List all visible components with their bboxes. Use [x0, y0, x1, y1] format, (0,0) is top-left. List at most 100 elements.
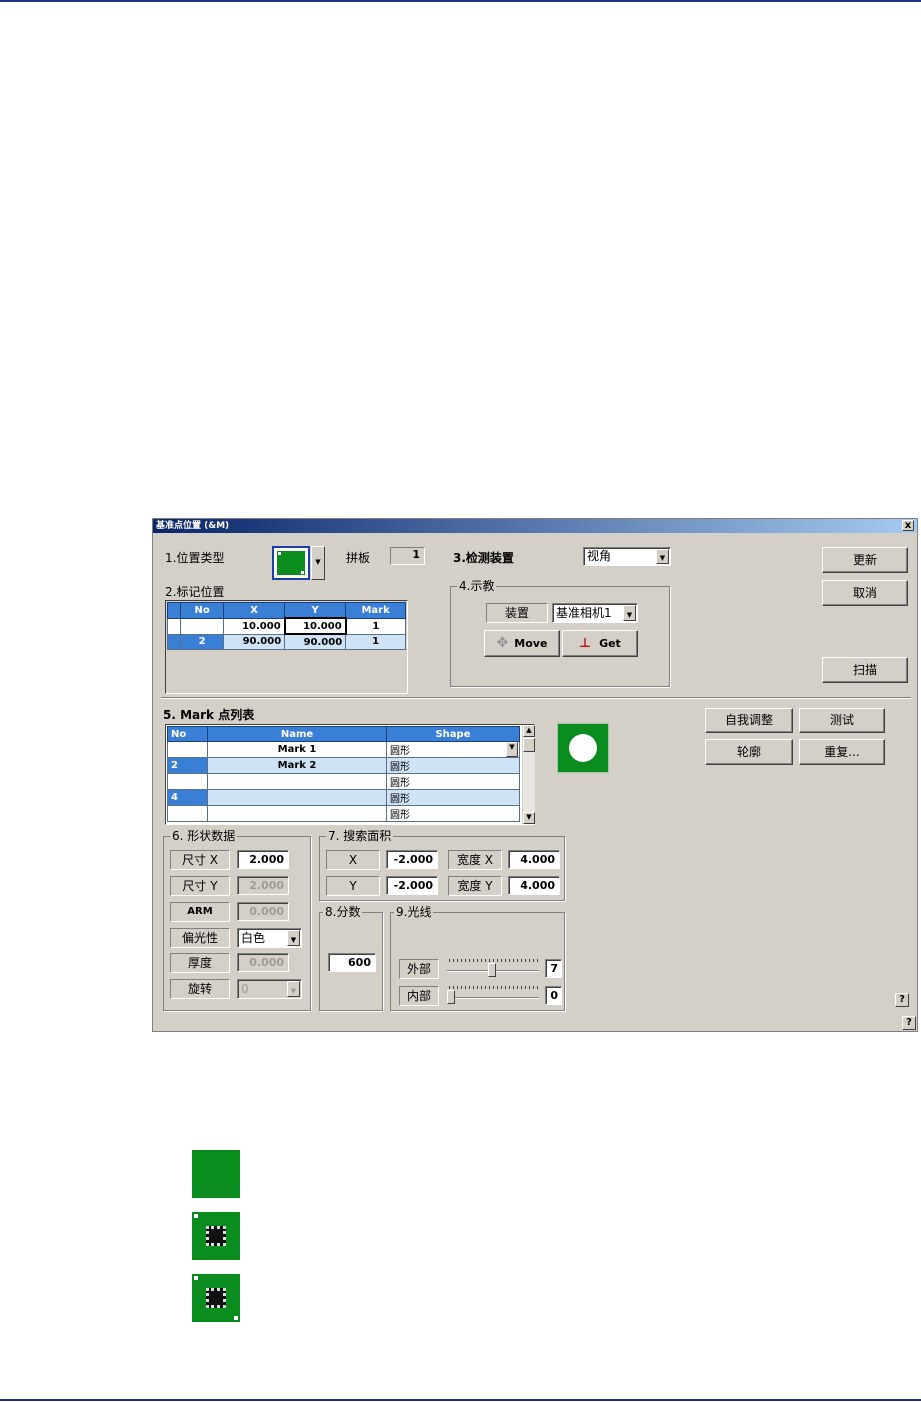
width-y-field[interactable]: 4.000	[508, 876, 560, 895]
detection-device-select[interactable]: 视角 ▼	[583, 547, 671, 566]
shape-data-label: 6. 形状数据	[170, 829, 238, 843]
pcb-board-icon	[192, 1150, 240, 1198]
mark-list-label: 5. Mark 点列表	[163, 708, 255, 722]
rotation-value: 0	[241, 982, 249, 996]
pcb-chip-icon	[192, 1212, 240, 1260]
col-mark: Mark	[345, 602, 406, 619]
mark-list-grid: No Name Shape 1 Mark 1 圆形 ▼ 2 Mark 2 圆形 3…	[165, 724, 535, 825]
dialog-title: 基准点位置 (&M)	[156, 521, 230, 531]
header-rule	[0, 0, 921, 2]
repeat-button[interactable]: 重复...	[799, 739, 885, 765]
list-item[interactable]: 4 圆形	[167, 789, 520, 806]
col-x: X	[223, 602, 286, 619]
score-label: 8.分数	[323, 905, 363, 919]
search-area-label: 7. 搜索面积	[326, 829, 394, 843]
col-name: Name	[207, 726, 387, 742]
outer-slider-thumb[interactable]	[488, 963, 496, 977]
search-y-label: Y	[326, 876, 380, 896]
col-no: No	[180, 602, 225, 619]
teach-group: 4.示教 装置 基准相机1 ▼ ✥ Move ⊥ Get	[450, 579, 670, 687]
position-type-dropdown-icon[interactable]: ▼	[311, 546, 325, 580]
arm-label: ARM	[170, 902, 230, 922]
thickness-label: 厚度	[170, 953, 230, 973]
footer-rule	[0, 1399, 921, 1401]
camera-value: 基准相机1	[556, 606, 612, 620]
close-button[interactable]: x	[902, 520, 914, 531]
chevron-down-icon[interactable]: ▼	[656, 549, 669, 564]
table-row[interactable]: ▶ 1 10.000 10.000 1	[166, 617, 406, 635]
polarity-value: 白色	[241, 931, 266, 945]
list-item[interactable]: 5 圆形	[167, 805, 520, 822]
grid-header-row: No Name Shape	[167, 726, 520, 742]
grid-header-row: No X Y Mark	[166, 602, 406, 619]
detection-device-value: 视角	[587, 549, 612, 563]
update-button[interactable]: 更新	[822, 547, 908, 573]
search-y-field[interactable]: -2.000	[386, 876, 438, 895]
scan-button[interactable]: 扫描	[822, 657, 908, 683]
outer-light-label: 外部	[399, 959, 439, 979]
outline-button[interactable]: 轮廓	[705, 739, 793, 765]
detection-device-label: 3.检测装置	[453, 551, 514, 565]
test-button[interactable]: 测试	[799, 708, 885, 733]
scroll-thumb[interactable]	[523, 738, 535, 752]
search-area-group: 7. 搜索面积 X -2.000 宽度 X 4.000 Y -2.000 宽度 …	[319, 829, 565, 901]
width-x-field[interactable]: 4.000	[508, 850, 560, 869]
pcb-chip-two-marks-icon	[192, 1274, 240, 1322]
move-arrows-icon: ✥	[496, 635, 509, 651]
size-x-field[interactable]: 2.000	[237, 850, 289, 869]
section-divider	[161, 697, 911, 699]
polarity-select[interactable]: 白色 ▼	[237, 928, 302, 948]
cancel-button[interactable]: 取消	[822, 580, 908, 606]
arm-field: 0.000	[237, 902, 289, 921]
scroll-down-icon[interactable]: ▼	[523, 812, 535, 824]
row-pointer-icon: ▶	[166, 617, 182, 635]
rotation-label: 旋转	[170, 979, 230, 999]
search-x-field[interactable]: -2.000	[386, 850, 438, 869]
shape-preview	[557, 723, 609, 773]
position-type-label: 1.位置类型	[165, 551, 225, 565]
shape-data-group: 6. 形状数据 尺寸 X 2.000 尺寸 Y 2.000 ARM 0.000 …	[163, 829, 311, 1011]
vertical-scrollbar[interactable]: ▲ ▼	[522, 725, 535, 824]
help-button[interactable]: ?	[902, 1016, 916, 1030]
search-x-label: X	[326, 850, 380, 870]
size-x-label: 尺寸 X	[170, 850, 230, 870]
pcb-board-icon	[277, 551, 305, 575]
table-row[interactable]: 2 90.000 90.000 1	[166, 633, 406, 650]
polarity-label: 偏光性	[170, 928, 230, 948]
outer-light-value: 7	[545, 959, 562, 978]
thickness-field: 0.000	[237, 953, 289, 972]
size-y-label: 尺寸 Y	[170, 876, 230, 896]
list-item[interactable]: 1 Mark 1 圆形 ▼	[167, 741, 520, 758]
help-button[interactable]: ?	[895, 993, 909, 1007]
inner-slider-track[interactable]	[447, 997, 539, 999]
col-y: Y	[284, 602, 347, 619]
col-no: No	[167, 726, 208, 742]
inner-slider-ticks	[449, 986, 539, 989]
circle-shape-icon	[569, 734, 597, 762]
move-button[interactable]: ✥ Move	[484, 630, 560, 657]
panel-label: 拼板	[346, 551, 371, 565]
chevron-down-icon[interactable]: ▼	[623, 605, 636, 621]
chevron-down-icon[interactable]: ▼	[506, 742, 518, 757]
scroll-up-icon[interactable]: ▲	[523, 725, 535, 737]
position-type-selector[interactable]	[272, 546, 310, 580]
width-x-label: 宽度 X	[448, 850, 502, 870]
self-adjust-button[interactable]: 自我调整	[705, 708, 793, 733]
chevron-down-icon[interactable]: ▼	[287, 930, 300, 946]
fiducial-dialog: 基准点位置 (&M) x 1.位置类型 ▼ 拼板 1 3.检测装置 视角 ▼ 更…	[152, 518, 918, 1032]
size-y-field: 2.000	[237, 876, 289, 895]
dialog-titlebar: 基准点位置 (&M) x	[153, 519, 917, 533]
inner-light-label: 内部	[399, 986, 439, 1006]
list-item[interactable]: 2 Mark 2 圆形	[167, 757, 520, 774]
chevron-down-icon: ▼	[287, 981, 300, 997]
score-field[interactable]: 600	[328, 953, 376, 972]
get-button[interactable]: ⊥ Get	[562, 630, 638, 657]
teach-label: 4.示教	[457, 579, 497, 593]
lighting-group: 9.光线 外部 7 内部 0	[390, 905, 565, 1011]
panel-value: 1	[390, 547, 425, 565]
inner-light-value: 0	[545, 986, 562, 1005]
list-item[interactable]: 3 圆形	[167, 773, 520, 790]
camera-select[interactable]: 基准相机1 ▼	[552, 603, 638, 623]
outer-slider-ticks	[449, 959, 539, 962]
inner-slider-thumb[interactable]	[447, 990, 455, 1004]
